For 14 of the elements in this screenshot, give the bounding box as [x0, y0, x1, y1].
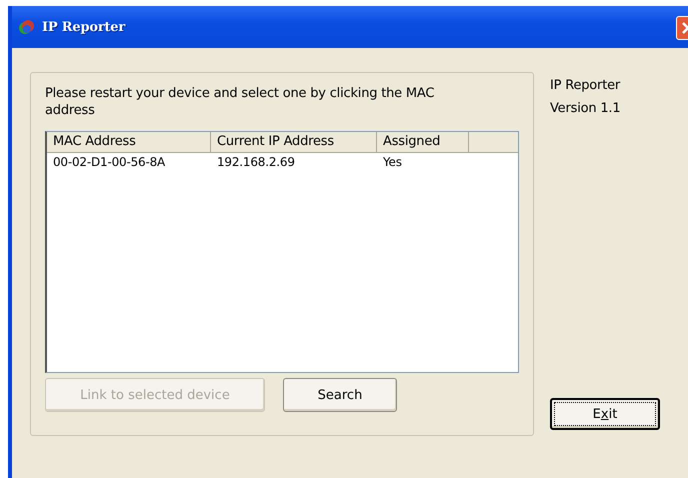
version-label: Version 1.1: [550, 101, 622, 116]
action-button[interactable]: Search: [283, 378, 397, 412]
table-cell-text: Yes: [382, 155, 403, 169]
column-header[interactable]: Assigned: [377, 132, 469, 152]
app-logo-icon: [18, 18, 36, 36]
column-header[interactable]: Current IP Address: [211, 132, 377, 152]
window-title: IP Reporter: [42, 20, 125, 34]
table-row[interactable]: 00-02-D1-00-56-8A 192.168.2.69 Yes: [47, 153, 518, 171]
app-name: IP Reporter: [550, 78, 622, 93]
table-cell-text: 192.168.2.69: [216, 155, 296, 169]
exit-button[interactable]: Exit: [550, 398, 660, 430]
table-cell-text: 00-02-D1-00-56-8A: [52, 155, 166, 169]
column-header[interactable]: MAC Address: [47, 132, 211, 152]
instruction-text: Please restart your device and select one by clicking the MAC address: [45, 85, 436, 119]
